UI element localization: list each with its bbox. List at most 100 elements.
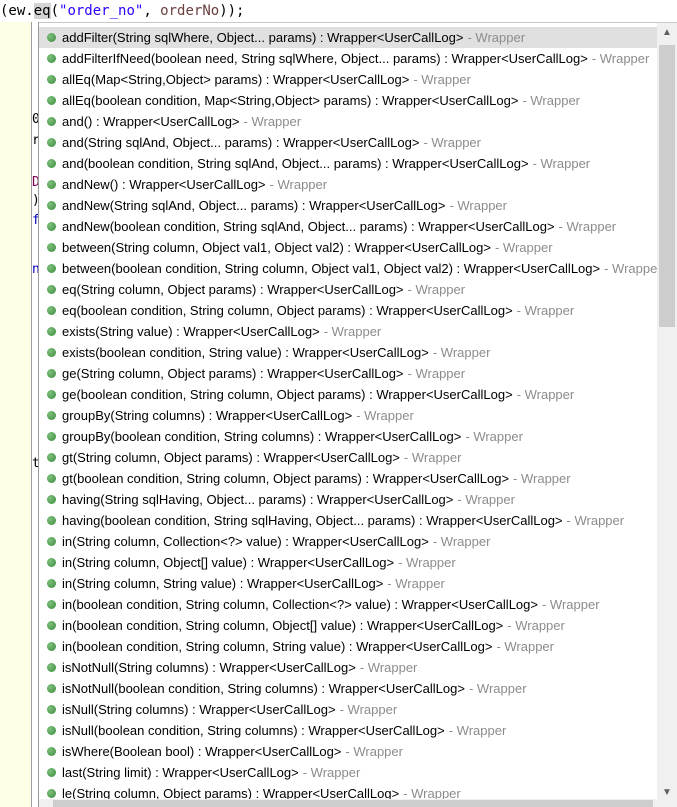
method-signature: and(boolean condition, String sqlAnd, Ob…	[62, 156, 529, 171]
public-method-icon	[47, 201, 56, 210]
completion-item[interactable]: exists(boolean condition, String value) …	[39, 342, 657, 363]
declaring-type: - Wrapper	[448, 723, 507, 738]
completion-item[interactable]: andNew(boolean condition, String sqlAnd,…	[39, 216, 657, 237]
completion-item[interactable]: last(String limit) : Wrapper<UserCallLog…	[39, 762, 657, 783]
horizontal-scrollbar[interactable]	[39, 799, 677, 807]
completion-item[interactable]: allEq(boolean condition, Map<String,Obje…	[39, 90, 657, 111]
declaring-type: - Wrapper	[604, 261, 657, 276]
method-signature: andNew(boolean condition, String sqlAnd,…	[62, 219, 555, 234]
completion-item[interactable]: ge(boolean condition, String column, Obj…	[39, 384, 657, 405]
completion-item[interactable]: having(boolean condition, String sqlHavi…	[39, 510, 657, 531]
public-method-icon	[47, 138, 56, 147]
declaring-type: - Wrapper	[387, 576, 445, 591]
completion-list: addFilter(String sqlWhere, Object... par…	[39, 27, 657, 800]
method-signature: in(String column, Object[] value) : Wrap…	[62, 555, 395, 570]
public-method-icon	[47, 327, 56, 336]
declaring-type: - Wrapper	[398, 555, 456, 570]
code-char: D	[32, 175, 38, 190]
completion-item[interactable]: andNew() : Wrapper<UserCallLog> - Wrapper	[39, 174, 657, 195]
public-method-icon	[47, 390, 56, 399]
declaring-type: - Wrapper	[413, 72, 471, 87]
content-assist-popup: addFilter(String sqlWhere, Object... par…	[39, 22, 677, 807]
method-signature: isWhere(Boolean bool) : Wrapper<UserCall…	[62, 744, 342, 759]
method-signature: andNew(String sqlAnd, Object... params) …	[62, 198, 446, 213]
declaring-type: - Wrapper	[432, 534, 491, 549]
scrollbar-thumb[interactable]	[659, 45, 675, 327]
completion-item[interactable]: le(String column, Object params) : Wrapp…	[39, 783, 657, 800]
declaring-type: - Wrapper	[359, 660, 418, 675]
completion-item[interactable]: eq(String column, Object params) : Wrapp…	[39, 279, 657, 300]
completion-item[interactable]: between(String column, Object val1, Obje…	[39, 237, 657, 258]
completion-item[interactable]: isNotNull(boolean condition, String colu…	[39, 678, 657, 699]
completion-item[interactable]: isNull(String columns) : Wrapper<UserCal…	[39, 699, 657, 720]
completion-item[interactable]: andNew(String sqlAnd, Object... params) …	[39, 195, 657, 216]
public-method-icon	[47, 75, 56, 84]
declaring-type: - Wrapper	[566, 513, 625, 528]
completion-item[interactable]: groupBy(boolean condition, String column…	[39, 426, 657, 447]
method-signature: addFilterIfNeed(boolean need, String sql…	[62, 51, 588, 66]
public-method-icon	[47, 621, 56, 630]
completion-item[interactable]: groupBy(String columns) : Wrapper<UserCa…	[39, 405, 657, 426]
completion-item[interactable]: in(boolean condition, String column, Str…	[39, 636, 657, 657]
scrollbar-thumb[interactable]	[53, 800, 653, 807]
completion-item[interactable]: eq(boolean condition, String column, Obj…	[39, 300, 657, 321]
completion-item[interactable]: and(boolean condition, String sqlAnd, Ob…	[39, 153, 657, 174]
code-string: "order_no"	[59, 3, 144, 19]
completion-item[interactable]: isNotNull(String columns) : Wrapper<User…	[39, 657, 657, 678]
completion-item[interactable]: exists(String value) : Wrapper<UserCallL…	[39, 321, 657, 342]
completion-item[interactable]: allEq(Map<String,Object> params) : Wrapp…	[39, 69, 657, 90]
method-signature: isNull(String columns) : Wrapper<UserCal…	[62, 702, 336, 717]
public-method-icon	[47, 411, 56, 420]
completion-item[interactable]: addFilter(String sqlWhere, Object... par…	[39, 27, 657, 48]
completion-item[interactable]: in(String column, Collection<?> value) :…	[39, 531, 657, 552]
public-method-icon	[47, 579, 56, 588]
completion-item[interactable]: gt(boolean condition, String column, Obj…	[39, 468, 657, 489]
completion-item[interactable]: in(boolean condition, String column, Obj…	[39, 615, 657, 636]
declaring-type: - Wrapper	[345, 744, 403, 759]
public-method-icon	[47, 684, 56, 693]
public-method-icon	[47, 537, 56, 546]
method-signature: and(String sqlAnd, Object... params) : W…	[62, 135, 420, 150]
public-method-icon	[47, 663, 56, 672]
completion-item[interactable]: isNull(boolean condition, String columns…	[39, 720, 657, 741]
public-method-icon	[47, 495, 56, 504]
public-method-icon	[47, 453, 56, 462]
method-signature: and() : Wrapper<UserCallLog>	[62, 114, 240, 129]
editor-code-line[interactable]: (ew.eq("order_no", orderNo));	[0, 0, 677, 22]
vertical-scrollbar[interactable]: ▲ ▼	[657, 23, 677, 800]
scroll-up-icon[interactable]: ▲	[657, 27, 677, 38]
declaring-type: - Wrapper	[449, 198, 507, 213]
completion-item[interactable]: in(String column, String value) : Wrappe…	[39, 573, 657, 594]
completion-item[interactable]: ge(String column, Object params) : Wrapp…	[39, 363, 657, 384]
declaring-type: - Wrapper	[465, 429, 523, 444]
public-method-icon	[47, 600, 56, 609]
public-method-icon	[47, 747, 56, 756]
completion-item[interactable]: gt(String column, Object params) : Wrapp…	[39, 447, 657, 468]
completion-item[interactable]: addFilterIfNeed(boolean need, String sql…	[39, 48, 657, 69]
method-signature: between(String column, Object val1, Obje…	[62, 240, 491, 255]
completion-item[interactable]: in(String column, Object[] value) : Wrap…	[39, 552, 657, 573]
method-signature: isNotNull(boolean condition, String colu…	[62, 681, 465, 696]
method-signature: in(boolean condition, String column, Obj…	[62, 618, 504, 633]
completion-item[interactable]: and(String sqlAnd, Object... params) : W…	[39, 132, 657, 153]
code-char: r	[32, 133, 38, 148]
public-method-icon	[47, 558, 56, 567]
declaring-type: - Wrapper	[494, 240, 553, 255]
public-method-icon	[47, 306, 56, 315]
scroll-down-icon[interactable]: ▼	[657, 787, 677, 798]
public-method-icon	[47, 264, 56, 273]
code-text: ,	[143, 3, 161, 19]
method-signature: gt(boolean condition, String column, Obj…	[62, 471, 510, 486]
code-variable: orderNo	[160, 3, 220, 19]
public-method-icon	[47, 243, 56, 252]
completion-item[interactable]: and() : Wrapper<UserCallLog> - Wrapper	[39, 111, 657, 132]
completion-item[interactable]: in(boolean condition, String column, Col…	[39, 594, 657, 615]
completion-item[interactable]: isWhere(Boolean bool) : Wrapper<UserCall…	[39, 741, 657, 762]
declaring-type: - Wrapper	[513, 471, 571, 486]
public-method-icon	[47, 54, 56, 63]
public-method-icon	[47, 33, 56, 42]
completion-item[interactable]: between(boolean condition, String column…	[39, 258, 657, 279]
method-signature: exists(String value) : Wrapper<UserCallL…	[62, 324, 320, 339]
completion-item[interactable]: having(String sqlHaving, Object... param…	[39, 489, 657, 510]
declaring-type: - Wrapper	[407, 282, 466, 297]
